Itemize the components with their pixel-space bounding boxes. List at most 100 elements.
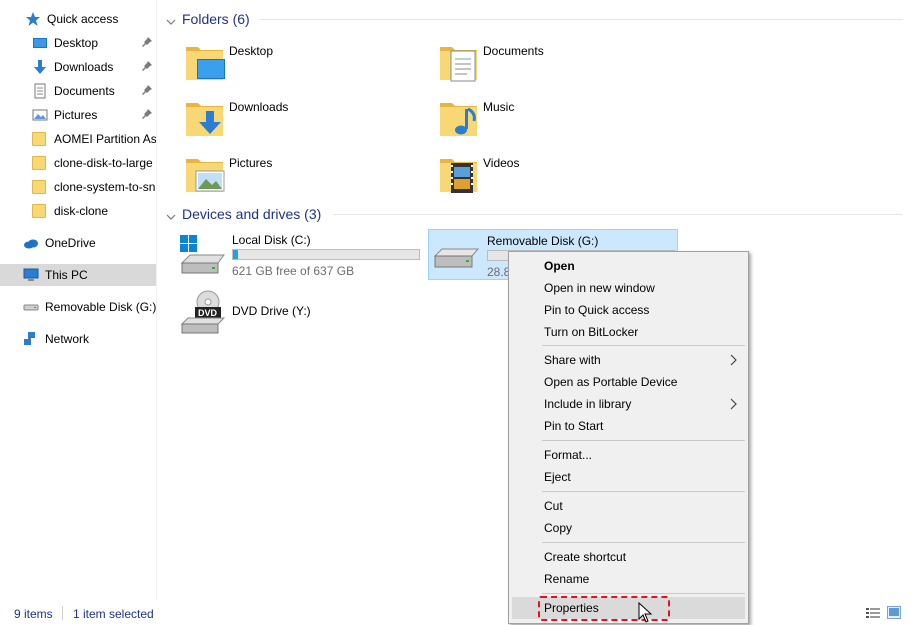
nav-clone-system-folder[interactable]: clone-system-to-sn <box>0 176 156 198</box>
menu-label: Open <box>544 259 575 273</box>
nav-quick-access[interactable]: Quick access <box>0 8 156 30</box>
nav-label: OneDrive <box>45 236 96 250</box>
nav-label: clone-disk-to-large <box>54 156 153 170</box>
context-menu: Open Open in new window Pin to Quick acc… <box>508 251 749 624</box>
menu-label: Eject <box>544 470 571 484</box>
folder-icon <box>32 179 48 195</box>
computer-icon <box>23 267 39 283</box>
chevron-down-icon[interactable] <box>166 209 176 220</box>
folder-icon <box>32 155 48 171</box>
chevron-down-icon[interactable] <box>166 14 176 25</box>
removable-drive-icon <box>23 299 39 315</box>
downloads-folder-icon <box>183 95 229 141</box>
item-count: 9 items <box>14 607 53 621</box>
divider <box>260 19 903 20</box>
desktop-icon <box>32 35 48 51</box>
nav-network[interactable]: Network <box>0 328 156 350</box>
selection-count: 1 item selected <box>73 607 154 621</box>
folder-tile-videos[interactable]: Videos <box>437 148 657 200</box>
nav-label: disk-clone <box>54 204 109 218</box>
folder-label: Videos <box>483 156 520 170</box>
pin-icon[interactable] <box>141 84 153 96</box>
nav-downloads[interactable]: Downloads <box>0 56 156 78</box>
folder-tile-pictures[interactable]: Pictures <box>183 148 403 200</box>
menu-separator <box>542 440 745 441</box>
nav-label: Pictures <box>54 108 98 122</box>
nav-documents[interactable]: Documents <box>0 80 156 102</box>
menu-item-open-new-window[interactable]: Open in new window <box>512 277 745 299</box>
nav-clone-disk-folder[interactable]: clone-disk-to-large <box>0 152 156 174</box>
menu-item-rename[interactable]: Rename <box>512 568 745 590</box>
navigation-pane: Quick access Desktop Downloads Documents… <box>0 0 157 600</box>
documents-folder-icon <box>437 39 483 85</box>
large-icons-view-icon[interactable] <box>887 606 901 619</box>
download-arrow-icon <box>32 59 48 75</box>
divider <box>62 606 63 620</box>
folder-icon <box>32 131 48 147</box>
pin-icon[interactable] <box>141 60 153 72</box>
menu-item-copy[interactable]: Copy <box>512 517 745 539</box>
menu-item-include-library[interactable]: Include in library <box>512 393 745 415</box>
menu-separator <box>542 345 745 346</box>
nav-desktop[interactable]: Desktop <box>0 32 156 54</box>
pictures-folder-icon <box>183 151 229 197</box>
menu-label: Copy <box>544 521 573 535</box>
network-icon <box>23 331 39 347</box>
menu-label: Cut <box>544 499 563 513</box>
drive-name: Removable Disk (G:) <box>487 234 599 248</box>
menu-item-bitlocker[interactable]: Turn on BitLocker <box>512 321 745 343</box>
menu-separator <box>542 593 745 594</box>
folder-icon <box>32 203 48 219</box>
nav-label: Quick access <box>47 12 119 26</box>
menu-item-format[interactable]: Format... <box>512 444 745 466</box>
pin-icon[interactable] <box>141 108 153 120</box>
document-icon <box>32 83 48 99</box>
menu-item-pin-quick-access[interactable]: Pin to Quick access <box>512 299 745 321</box>
drive-local-disk[interactable]: Local Disk (C:) 621 GB free of 637 GB <box>174 229 424 279</box>
menu-label: Share with <box>544 353 601 367</box>
folder-tile-documents[interactable]: Documents <box>437 36 657 88</box>
menu-item-share-with[interactable]: Share with <box>512 349 745 371</box>
menu-label: Pin to Quick access <box>544 303 650 317</box>
menu-label: Open as Portable Device <box>544 375 678 389</box>
details-view-icon[interactable] <box>866 607 880 619</box>
folder-label: Downloads <box>229 100 289 114</box>
videos-folder-icon <box>437 151 483 197</box>
drive-name: DVD Drive (Y:) <box>232 304 311 318</box>
nav-aomei-folder[interactable]: AOMEI Partition Ass <box>0 128 157 150</box>
drive-dvd[interactable]: DVD DVD Drive (Y:) <box>174 288 424 338</box>
desktop-folder-icon <box>183 39 229 85</box>
nav-label: Desktop <box>54 36 99 50</box>
menu-item-cut[interactable]: Cut <box>512 495 745 517</box>
nav-label: clone-system-to-sn <box>54 180 156 194</box>
divider <box>333 214 903 215</box>
music-folder-icon <box>437 95 483 141</box>
drive-name: Local Disk (C:) <box>232 233 311 247</box>
menu-item-open[interactable]: Open <box>512 255 745 277</box>
devices-group-header[interactable]: Devices and drives (3) <box>166 204 321 224</box>
folders-group-header[interactable]: Folders (6) <box>166 9 250 29</box>
nav-disk-clone-folder[interactable]: disk-clone <box>0 200 156 222</box>
menu-item-create-shortcut[interactable]: Create shortcut <box>512 546 745 568</box>
drive-free-space: 621 GB free of 637 GB <box>232 264 355 278</box>
windows-drive-icon <box>178 233 226 277</box>
menu-item-eject[interactable]: Eject <box>512 466 745 488</box>
folder-tile-downloads[interactable]: Downloads <box>183 92 403 144</box>
folder-tile-desktop[interactable]: Desktop <box>183 36 403 88</box>
nav-onedrive[interactable]: OneDrive <box>0 232 156 254</box>
nav-this-pc[interactable]: This PC <box>0 264 156 286</box>
nav-label: Removable Disk (G:) <box>45 300 157 314</box>
nav-label: Downloads <box>54 60 114 74</box>
nav-label: AOMEI Partition Ass <box>54 132 157 146</box>
pin-icon[interactable] <box>141 36 153 48</box>
nav-pictures[interactable]: Pictures <box>0 104 156 126</box>
menu-item-pin-start[interactable]: Pin to Start <box>512 415 745 437</box>
capacity-fill <box>233 250 238 259</box>
folder-tile-music[interactable]: Music <box>437 92 657 144</box>
nav-removable-disk[interactable]: Removable Disk (G:) <box>0 296 157 318</box>
menu-item-open-portable[interactable]: Open as Portable Device <box>512 371 745 393</box>
menu-label: Include in library <box>544 397 632 411</box>
folder-label: Pictures <box>229 156 273 170</box>
folder-label: Music <box>483 100 515 114</box>
menu-label: Rename <box>544 572 590 586</box>
